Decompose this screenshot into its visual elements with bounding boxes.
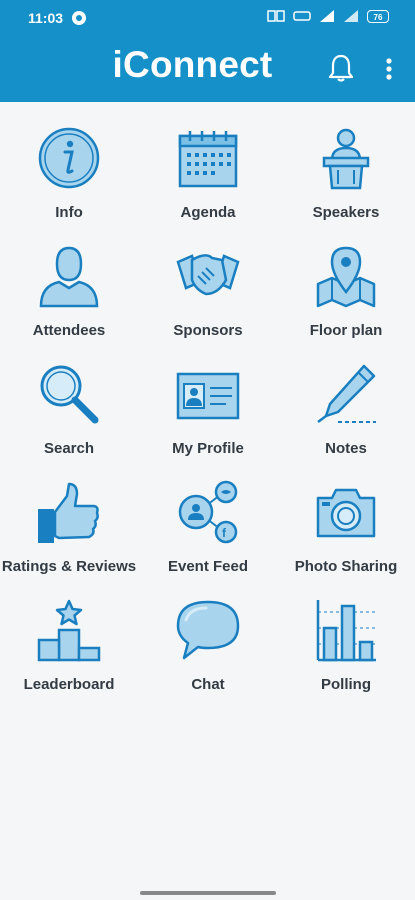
tile-my-profile[interactable]: My Profile [139, 356, 277, 466]
status-time: 11:03 [28, 10, 64, 26]
tile-label: Attendees [32, 322, 106, 339]
map-pin-icon [316, 246, 376, 308]
tile-leaderboard[interactable]: Leaderboard [0, 592, 138, 702]
tile-label: Event Feed [167, 558, 249, 575]
tile-label: Speakers [312, 204, 380, 221]
search-icon [40, 365, 99, 424]
tile-label: Notes [325, 440, 367, 457]
tile-floor-plan[interactable]: Floor plan [277, 238, 415, 348]
tile-speakers[interactable]: Speakers [277, 120, 415, 230]
bar-chart-icon [316, 600, 376, 662]
tile-label: Photo Sharing [294, 558, 398, 575]
volte-icon [293, 11, 311, 21]
speaker-podium-icon [322, 128, 370, 190]
signal-2-icon [344, 10, 358, 22]
tile-ratings-reviews[interactable]: Ratings & Reviews [0, 474, 138, 584]
tile-chat[interactable]: Chat [139, 592, 277, 702]
tile-label: Search [43, 440, 95, 457]
battery-icon: 76 [367, 9, 389, 23]
camera-icon [316, 488, 376, 538]
tile-label: My Profile [172, 440, 244, 457]
tile-label: Ratings & Reviews [1, 558, 137, 575]
tile-info[interactable]: Info [0, 120, 138, 230]
message-notification-icon [72, 11, 86, 25]
social-feed-icon: f [178, 480, 238, 544]
tile-label: Agenda [180, 204, 236, 221]
tile-notes[interactable]: Notes [277, 356, 415, 466]
pen-icon [317, 364, 376, 423]
tile-label: Sponsors [173, 322, 243, 339]
tile-label: Floor plan [309, 322, 383, 339]
bell-icon[interactable] [327, 53, 355, 83]
speech-bubble-icon [176, 600, 240, 660]
handshake-icon [176, 254, 240, 296]
signal-icon [320, 10, 334, 22]
tile-label: Chat [191, 676, 225, 693]
more-options-icon[interactable] [385, 57, 393, 81]
calendar-icon [178, 131, 238, 188]
tile-label: Info [55, 204, 83, 221]
tile-event-feed[interactable]: f Event Feed [139, 474, 277, 584]
app-header: 11:03 76 iConnect [0, 0, 415, 102]
info-icon [38, 127, 100, 189]
tile-attendees[interactable]: Attendees [0, 238, 138, 348]
tile-search[interactable]: Search [0, 356, 138, 466]
tile-label: Polling [321, 676, 371, 693]
data-speed-icon [267, 10, 285, 22]
tile-sponsors[interactable]: Sponsors [139, 238, 277, 348]
status-bar: 11:03 76 [0, 0, 415, 36]
person-icon [39, 246, 99, 308]
podium-star-icon [37, 599, 101, 662]
tile-label: Leaderboard [23, 676, 115, 693]
tile-photo-sharing[interactable]: Photo Sharing [277, 474, 415, 584]
thumbs-up-icon [38, 482, 99, 543]
home-indicator[interactable] [140, 891, 276, 895]
tile-polling[interactable]: Polling [277, 592, 415, 702]
id-card-icon [176, 372, 240, 420]
system-icons: 76 [267, 9, 389, 23]
tile-agenda[interactable]: Agenda [139, 120, 277, 230]
